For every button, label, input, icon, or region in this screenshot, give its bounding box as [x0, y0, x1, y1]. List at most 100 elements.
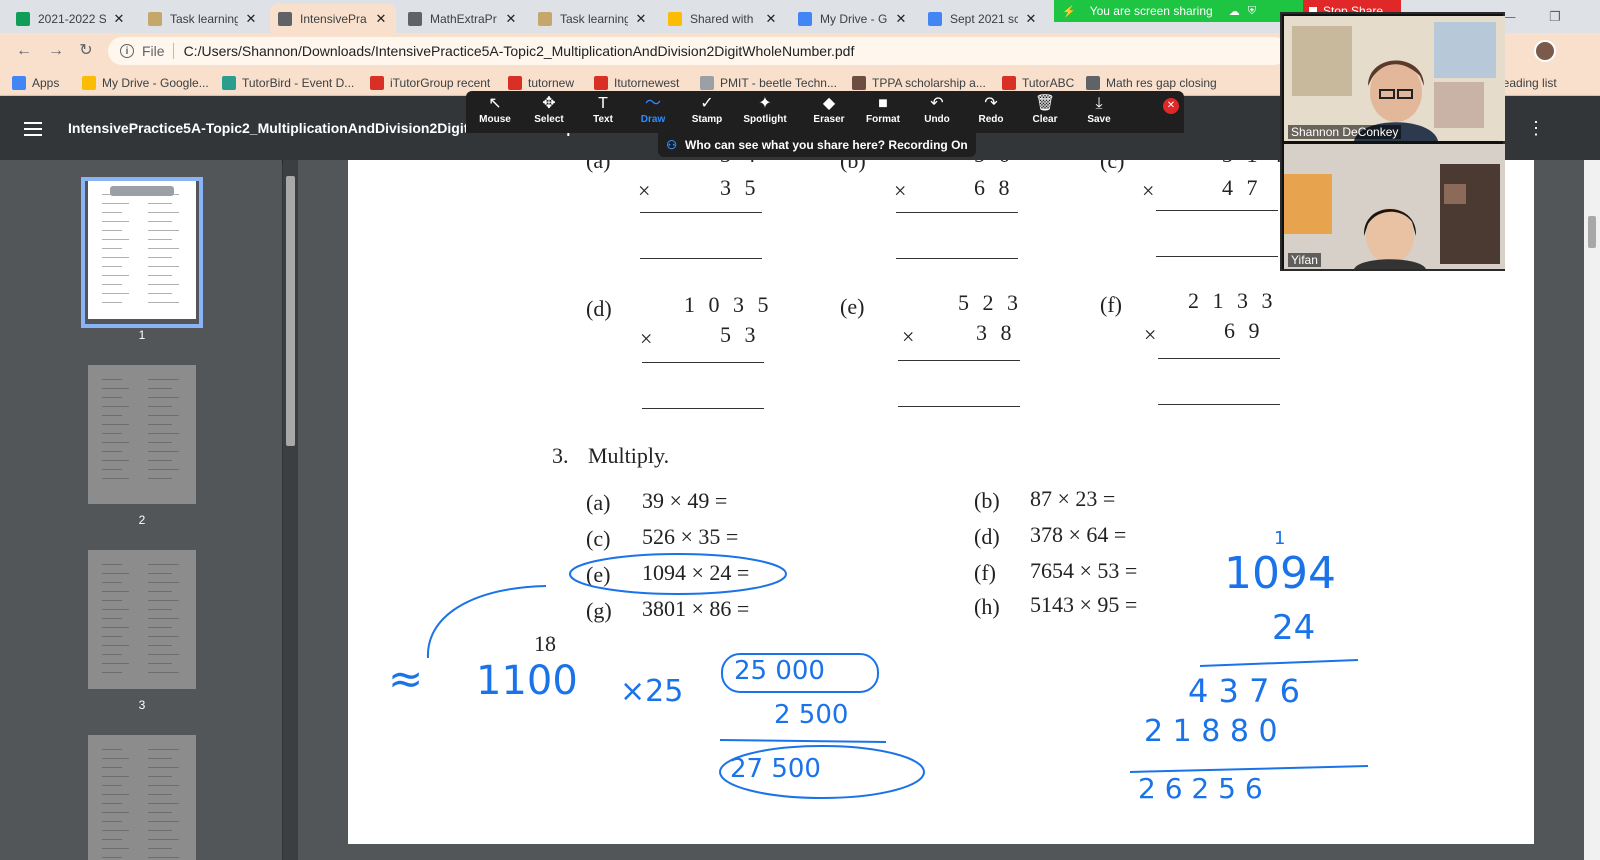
thumbnail-text-line — [148, 442, 172, 443]
recording-notice[interactable]: ⚇ Who can see what you share here? Recor… — [658, 133, 976, 157]
annotation-tool-mouse[interactable]: ↖ Mouse — [468, 94, 522, 132]
scrollbar-thumb[interactable] — [286, 176, 295, 446]
tab-close-icon[interactable]: ✕ — [894, 11, 908, 27]
bookmark-item[interactable]: TutorABC — [1002, 73, 1074, 92]
bookmark-item[interactable]: Itutornewest — [594, 73, 679, 92]
thumbnail-page-2[interactable] — [88, 365, 196, 504]
back-icon[interactable]: ← — [14, 41, 34, 61]
thumbnail-text-line — [102, 433, 122, 434]
annotation-tool-spotlight[interactable]: ✦ Spotlight — [738, 94, 792, 132]
screen-sharing-banner[interactable]: ⚡ You are screen sharing ☁ ⛨ — [1054, 0, 1303, 22]
video-tile-student[interactable]: Yifan — [1284, 144, 1505, 269]
mouse-icon: ↖ — [488, 95, 502, 112]
bookmark-label: TPPA scholarship a... — [872, 75, 986, 90]
format-icon: ■ — [878, 95, 888, 112]
lightning-icon: ⚡ — [1062, 5, 1076, 18]
annotation-tool-eraser[interactable]: ◆ Eraser — [802, 94, 856, 132]
bookmark-label: My Drive - Google... — [102, 75, 209, 90]
browser-tab[interactable]: Shared with ✕ — [660, 4, 786, 33]
tab-title: MathExtraPr — [430, 11, 497, 26]
close-annotation-icon[interactable]: ✕ — [1163, 98, 1179, 114]
browser-tab[interactable]: Sept 2021 sc ✕ — [920, 4, 1046, 33]
annotation-tool-clear[interactable]: 🗑 Clear — [1018, 94, 1072, 132]
bookmark-icon — [594, 75, 608, 90]
tab-title: Task learning — [560, 11, 628, 26]
column-partial-1: 4 3 7 6 — [1188, 672, 1300, 710]
annotation-tool-draw[interactable]: 〜 Draw — [626, 94, 680, 132]
bookmark-item[interactable]: TPPA scholarship a... — [852, 73, 986, 92]
sidebar-scrollbar[interactable] — [283, 160, 298, 860]
tab-close-icon[interactable]: ✕ — [244, 11, 258, 27]
host-video-frame — [1284, 16, 1505, 141]
thumbnail-text-line — [102, 812, 129, 813]
thumbnail-label: 1 — [138, 328, 146, 342]
bookmark-item[interactable]: tutornew — [508, 73, 574, 92]
thumbnail-text-line — [148, 758, 172, 759]
estimate-value: 1100 — [476, 658, 578, 704]
tab-favicon-icon — [148, 11, 162, 26]
thumbnail-text-line — [102, 582, 122, 583]
tab-close-icon[interactable]: ✕ — [374, 11, 388, 27]
thumbnail-text-line — [102, 469, 122, 470]
tab-close-icon[interactable]: ✕ — [634, 11, 648, 27]
tab-close-icon[interactable]: ✕ — [112, 11, 126, 27]
tab-title: My Drive - G — [820, 11, 888, 26]
info-icon[interactable]: i — [120, 44, 134, 58]
thumbnail-text-line — [102, 663, 129, 664]
scrollbar-thumb[interactable] — [1588, 216, 1596, 248]
video-tile-host[interactable]: Shannon DeConkey — [1284, 16, 1505, 141]
annotation-tool-save[interactable]: ⤓ Save — [1072, 94, 1126, 132]
restore-icon[interactable]: ❐ — [1532, 0, 1578, 33]
menu-icon[interactable] — [24, 122, 42, 136]
thumbnail-text-line — [148, 609, 172, 610]
profile-avatar[interactable] — [1534, 40, 1556, 62]
annotation-tool-select[interactable]: ✥ Select — [522, 94, 576, 132]
forward-icon[interactable]: → — [46, 41, 66, 61]
thumbnail-text-line — [148, 406, 172, 407]
bookmark-icon — [12, 75, 26, 90]
thumbnail-text-line — [102, 397, 122, 398]
bookmark-item[interactable]: Apps — [12, 73, 59, 92]
browser-tab[interactable]: MathExtraPr ✕ — [400, 4, 526, 33]
bookmark-item[interactable]: Math res gap closing — [1086, 73, 1217, 92]
partial-product-2: 2 500 — [774, 700, 849, 730]
annotation-tool-label: Mouse — [479, 114, 511, 125]
thumbnail-label: 2 — [138, 513, 146, 527]
tab-close-icon[interactable]: ✕ — [764, 11, 778, 27]
bookmark-item[interactable]: My Drive - Google... — [82, 73, 209, 92]
tab-favicon-icon — [16, 11, 30, 26]
bookmark-item[interactable]: iTutorGroup recent — [370, 73, 490, 92]
thumbnail-page-4[interactable] — [88, 735, 196, 860]
thumbnail-text-line — [148, 803, 179, 804]
thumbnail-page-3[interactable] — [88, 550, 196, 689]
participants-icon: ⚇ — [666, 138, 678, 152]
url-text[interactable]: C:/Users/Shannon/Downloads/IntensivePrac… — [184, 43, 855, 59]
thumbnail-text-line — [148, 654, 179, 655]
browser-tab[interactable]: My Drive - G ✕ — [790, 4, 916, 33]
browser-tab[interactable]: Task learning ✕ — [530, 4, 656, 33]
bookmark-item[interactable]: TutorBird - Event D... — [222, 73, 354, 92]
annotation-tool-stamp[interactable]: ✓ Stamp — [680, 94, 734, 132]
annotation-tool-undo[interactable]: ↶ Undo — [910, 94, 964, 132]
document-scrollbar[interactable] — [1584, 160, 1600, 860]
thumbnail-text-line — [102, 636, 122, 637]
browser-tab[interactable]: IntensivePra ✕ — [270, 4, 396, 33]
tab-close-icon[interactable]: ✕ — [504, 11, 518, 27]
annotation-tool-format[interactable]: ■ Format — [856, 94, 910, 132]
reload-icon[interactable]: ↻ — [76, 41, 96, 61]
annotation-tool-label: Select — [534, 114, 564, 125]
thumbnail-text-line — [102, 672, 122, 673]
bookmark-icon — [508, 75, 522, 90]
browser-tab[interactable]: 2021-2022 S ✕ — [8, 4, 134, 33]
annotation-tool-redo[interactable]: ↷ Redo — [964, 94, 1018, 132]
tab-close-icon[interactable]: ✕ — [1024, 11, 1038, 27]
address-bar[interactable]: i File C:/Users/Shannon/Downloads/Intens… — [108, 37, 1288, 65]
thumbnail-text-line — [102, 424, 129, 425]
browser-tab[interactable]: Task learning ✕ — [140, 4, 266, 33]
thumbnail-text-line — [102, 573, 129, 574]
annotation-tool-text[interactable]: T Text — [576, 94, 630, 132]
video-panel: Shannon DeConkey Yifan — [1280, 12, 1505, 271]
more-options-icon[interactable]: ⋮ — [1526, 118, 1546, 138]
bookmark-item[interactable]: PMIT - beetle Techn... — [700, 73, 837, 92]
thumbnail-text-line — [148, 794, 172, 795]
